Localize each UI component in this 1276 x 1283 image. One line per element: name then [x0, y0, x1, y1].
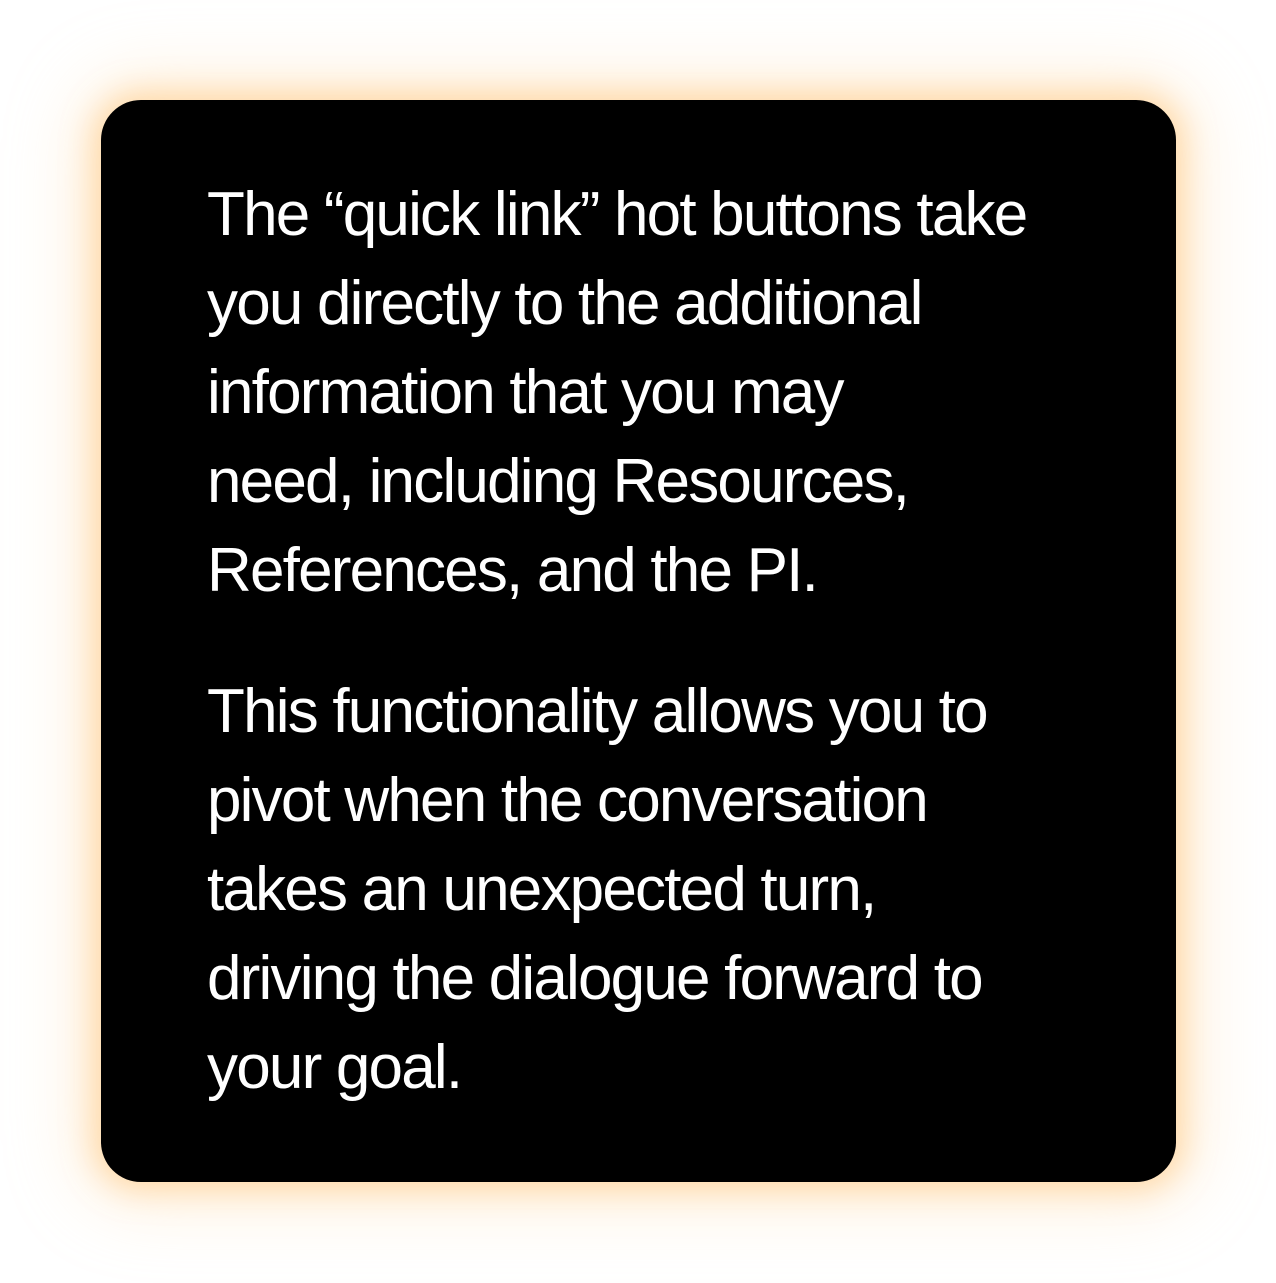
paragraph-line: driving the dialogue forward to: [207, 944, 984, 1013]
paragraph-line: your goal.: [207, 1033, 463, 1102]
paragraph-line: The “quick link” hot buttons take: [207, 180, 1028, 249]
info-card: The “quick link” hot buttons take you di…: [101, 100, 1176, 1182]
paragraph-line: information that you may: [207, 358, 844, 427]
paragraph-line: This functionality allows you to: [207, 677, 989, 746]
paragraph-functionality: This functionality allows you to pivot w…: [207, 667, 1147, 1112]
paragraph-line: takes an unexpected turn,: [207, 855, 877, 924]
page: The “quick link” hot buttons take you di…: [0, 0, 1276, 1283]
paragraph-line: pivot when the conversation: [207, 766, 929, 835]
paragraph-line: you directly to the additional: [207, 269, 923, 338]
paragraph-line: References, and the PI.: [207, 536, 819, 605]
paragraph-line: need, including Resources,: [207, 447, 910, 516]
paragraph-quick-links: The “quick link” hot buttons take you di…: [207, 170, 1147, 615]
